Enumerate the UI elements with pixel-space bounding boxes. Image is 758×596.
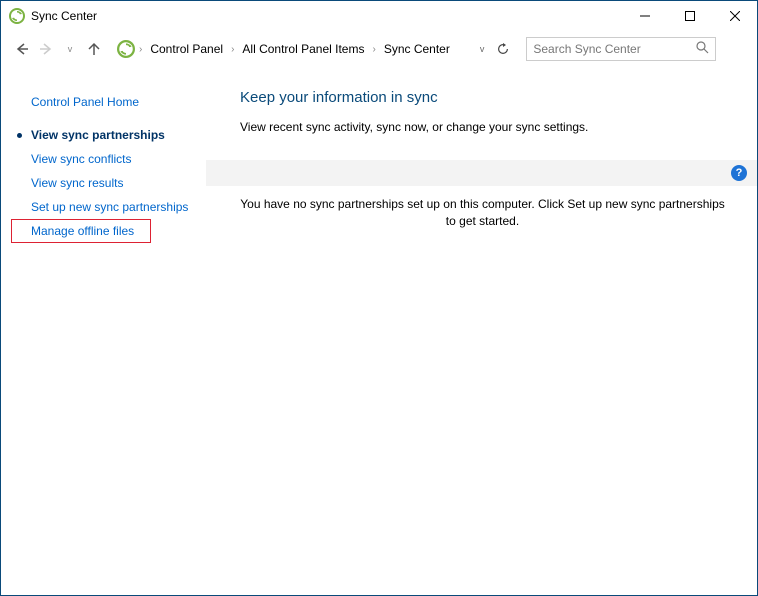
search-icon: [696, 41, 709, 57]
empty-message: You have no sync partnerships set up on …: [240, 186, 745, 230]
sidebar-item-view-partnerships[interactable]: View sync partnerships: [11, 123, 206, 147]
maximize-button[interactable]: [667, 2, 712, 31]
page-subtext: View recent sync activity, sync now, or …: [240, 120, 745, 160]
sync-center-icon: [9, 8, 25, 24]
minimize-button[interactable]: [622, 2, 667, 31]
help-button[interactable]: ?: [731, 165, 747, 181]
sidebar-item-setup-new[interactable]: Set up new sync partnerships: [11, 195, 206, 219]
refresh-button[interactable]: [492, 38, 514, 60]
main-content: Keep your information in sync View recen…: [206, 85, 757, 595]
breadcrumb-control-panel[interactable]: Control Panel: [146, 40, 227, 58]
toolbar: ?: [206, 160, 757, 186]
up-button[interactable]: [83, 38, 105, 60]
help-icon: ?: [736, 167, 743, 179]
address-dropdown[interactable]: v: [456, 44, 491, 54]
breadcrumb-sep-icon: ›: [137, 44, 144, 55]
close-icon: [730, 11, 740, 21]
breadcrumb-sep-icon: ›: [370, 44, 377, 55]
breadcrumb-sync-center[interactable]: Sync Center: [380, 40, 454, 58]
sidebar-item-manage-offline[interactable]: Manage offline files: [11, 219, 151, 243]
sidebar: Control Panel Home View sync partnership…: [1, 85, 206, 595]
page-heading: Keep your information in sync: [240, 85, 745, 120]
sidebar-item-view-results[interactable]: View sync results: [11, 171, 206, 195]
minimize-icon: [640, 11, 650, 21]
forward-arrow-icon: [38, 41, 54, 57]
breadcrumb-all-items[interactable]: All Control Panel Items: [238, 40, 368, 58]
back-button[interactable]: [11, 38, 33, 60]
titlebar: Sync Center: [1, 1, 757, 31]
navbar: v › Control Panel › All Control Panel It…: [1, 31, 757, 67]
breadcrumb-icon: [117, 40, 135, 58]
forward-button[interactable]: [35, 38, 57, 60]
chevron-down-icon: v: [68, 44, 73, 54]
up-arrow-icon: [86, 41, 102, 57]
close-button[interactable]: [712, 2, 757, 31]
maximize-icon: [685, 11, 695, 21]
back-arrow-icon: [14, 41, 30, 57]
recent-dropdown[interactable]: v: [59, 38, 81, 60]
body: Control Panel Home View sync partnership…: [1, 67, 757, 595]
breadcrumb-sep-icon: ›: [229, 44, 236, 55]
search-input[interactable]: Search Sync Center: [526, 37, 716, 61]
refresh-icon: [496, 42, 510, 56]
search-placeholder: Search Sync Center: [533, 42, 696, 56]
window-frame: Sync Center v › Control Panel › All Cont…: [0, 0, 758, 596]
control-panel-home-link[interactable]: Control Panel Home: [11, 91, 206, 123]
window-title: Sync Center: [31, 9, 97, 23]
sidebar-item-view-conflicts[interactable]: View sync conflicts: [11, 147, 206, 171]
